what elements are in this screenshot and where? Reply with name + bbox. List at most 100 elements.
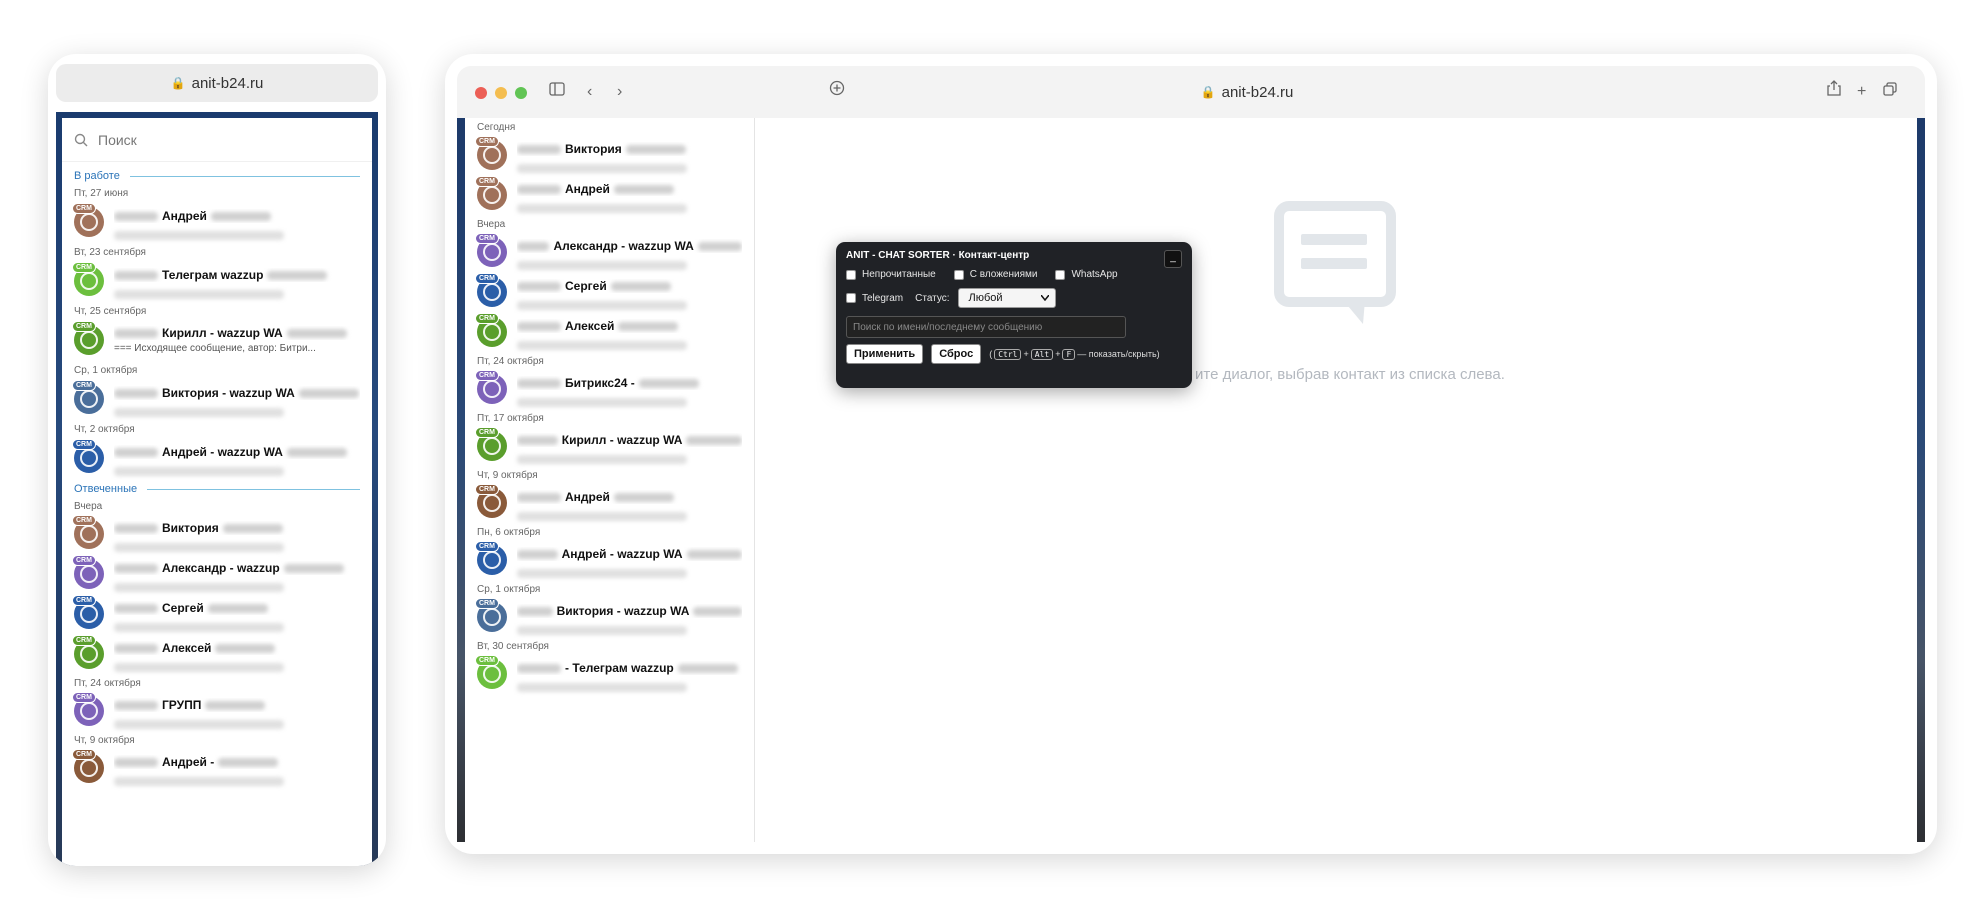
chat-item[interactable]: CRM Кирилл - wazzup WA === Исходящее сообщ… <box>62 319 372 361</box>
chat-last-message <box>517 297 742 310</box>
add-tab-icon[interactable]: + <box>1857 80 1866 104</box>
chat-bubble-icon <box>80 449 98 467</box>
new-tab-plus-circle-icon[interactable] <box>829 80 845 104</box>
chat-name-text: Телеграм wazzup <box>162 268 264 282</box>
blurred-text <box>114 523 158 533</box>
chat-text: Кирилл - wazzup WA <box>517 433 742 464</box>
sorter-filter-row-1: Непрочитанные С вложениями WhatsApp <box>846 269 1182 280</box>
crm-badge: CRM <box>475 655 499 666</box>
mobile-search-placeholder: Поиск <box>98 131 137 148</box>
blurred-text <box>114 603 158 613</box>
chat-item[interactable]: CRM Алексей <box>465 312 754 352</box>
sorter-search-input[interactable]: Поиск по имени/последнему сообщению <box>846 316 1126 338</box>
mobile-screen: Поиск В работе Пт, 27 июня CRM Андрей Вт, 2… <box>56 112 378 866</box>
chat-item[interactable]: CRM Телеграм wazzup <box>62 260 372 302</box>
back-icon[interactable]: ‹ <box>587 80 592 104</box>
mobile-search-bar[interactable]: Поиск <box>62 118 372 162</box>
chat-item[interactable]: CRM Виктория - wazzup WA <box>62 378 372 420</box>
empty-chat-icon <box>1274 201 1396 324</box>
chat-bubble-icon <box>80 565 98 583</box>
blurred-text <box>298 388 359 398</box>
chat-item[interactable]: CRM Сергей <box>62 594 372 634</box>
checkbox-attachments[interactable] <box>953 269 964 280</box>
checkbox-telegram[interactable] <box>846 293 856 303</box>
blurred-text <box>114 467 284 476</box>
blurred-text <box>517 398 687 407</box>
chat-last-message <box>517 394 742 407</box>
avatar: CRM <box>72 515 104 549</box>
avatar: CRM <box>72 262 104 296</box>
crm-badge: CRM <box>475 370 499 381</box>
filter-telegram[interactable]: Telegram <box>846 293 903 304</box>
chat-text: Андрей <box>517 490 742 521</box>
chat-text: - Телеграм wazzup <box>517 661 742 692</box>
chat-name-text: Андрей - <box>162 755 215 769</box>
chat-last-message: === Исходящее сообщение, автор: Битри... <box>114 343 316 354</box>
blurred-text <box>114 290 284 299</box>
chat-item[interactable]: CRM Андрей <box>465 483 754 523</box>
chat-last-message <box>114 659 360 672</box>
chat-bubble-icon <box>483 323 501 341</box>
sidebar-icon[interactable] <box>549 80 565 104</box>
maximize-window-button[interactable] <box>515 87 527 99</box>
crm-badge: CRM <box>72 749 96 760</box>
chat-item[interactable]: CRM Александр - wazzup WA <box>465 232 754 272</box>
filter-unread[interactable]: Непрочитанные <box>846 269 936 280</box>
chat-last-message <box>517 508 742 521</box>
chat-item[interactable]: CRM Андрей <box>465 175 754 215</box>
chat-item[interactable]: CRM Виктория <box>62 514 372 554</box>
chat-item[interactable]: CRM Битрикс24 - <box>465 369 754 409</box>
chevron-down-icon <box>1040 295 1049 301</box>
chat-bubble-icon <box>483 608 501 626</box>
chat-item[interactable]: CRM Кирилл - wazzup WA <box>465 426 754 466</box>
blurred-text <box>286 447 347 457</box>
checkbox-whatsapp[interactable] <box>1055 269 1066 280</box>
chat-item[interactable]: CRM Андрей - <box>62 748 372 788</box>
chat-item[interactable]: CRM Виктория <box>465 135 754 175</box>
chat-item[interactable]: CRM Андрей <box>62 201 372 243</box>
sorter-minimize-button[interactable]: _ <box>1164 250 1182 268</box>
blurred-text <box>517 683 687 692</box>
blurred-text <box>218 757 279 767</box>
chat-item[interactable]: CRM Сергей <box>465 272 754 312</box>
close-window-button[interactable] <box>475 87 487 99</box>
forward-icon[interactable]: › <box>617 80 622 104</box>
checkbox-unread[interactable] <box>846 269 856 280</box>
chat-item[interactable]: CRM ГРУПП <box>62 691 372 731</box>
filter-telegram-label: Telegram <box>862 292 904 304</box>
avatar: CRM <box>72 749 104 783</box>
chat-item[interactable]: CRM Андрей - wazzup WA <box>465 540 754 580</box>
chat-item[interactable]: CRM Андрей - wazzup WA <box>62 437 372 479</box>
filter-unread-label: Непрочитанные <box>862 269 936 280</box>
chat-text: Виктория <box>517 142 742 173</box>
minimize-window-button[interactable] <box>495 87 507 99</box>
chat-item[interactable]: CRM Виктория - wazzup WA <box>465 597 754 637</box>
share-icon[interactable] <box>1827 80 1841 104</box>
blurred-text <box>693 606 742 616</box>
chat-last-message <box>114 716 360 729</box>
blurred-text <box>267 270 328 280</box>
filter-whatsapp[interactable]: WhatsApp <box>1055 269 1118 280</box>
blurred-text <box>686 549 742 559</box>
filter-attachments[interactable]: С вложениями <box>953 269 1037 280</box>
work-list: Пт, 27 июня CRM Андрей Вт, 23 сентября CRM Те… <box>62 184 372 479</box>
mobile-address-bar[interactable]: 🔒 anit-b24.ru <box>56 64 378 102</box>
blurred-text <box>625 144 686 154</box>
chat-text: Сергей <box>517 279 742 310</box>
desktop-address-bar[interactable]: 🔒 anit-b24.ru <box>1157 80 1337 104</box>
chat-item[interactable]: CRM - Телеграм wazzup <box>465 654 754 694</box>
key-ctrl: Ctrl <box>994 348 1022 360</box>
crm-badge: CRM <box>475 427 499 438</box>
chat-item[interactable]: CRM Александр - wazzup <box>62 554 372 594</box>
chat-name: Виктория - wazzup WA <box>114 386 360 400</box>
chat-item[interactable]: CRM Алексей <box>62 634 372 674</box>
blurred-text <box>207 603 268 613</box>
reset-button[interactable]: Сброс <box>931 344 982 364</box>
chat-name-text: Александр - wazzup WA <box>553 239 694 253</box>
status-select[interactable]: Любой <box>957 288 1056 308</box>
tabs-overview-icon[interactable] <box>1883 80 1897 104</box>
chat-text: Сергей <box>114 601 360 632</box>
apply-button[interactable]: Применить <box>846 344 924 364</box>
avatar: CRM <box>475 136 507 170</box>
chat-name-text: Андрей - wazzup WA <box>561 547 683 561</box>
